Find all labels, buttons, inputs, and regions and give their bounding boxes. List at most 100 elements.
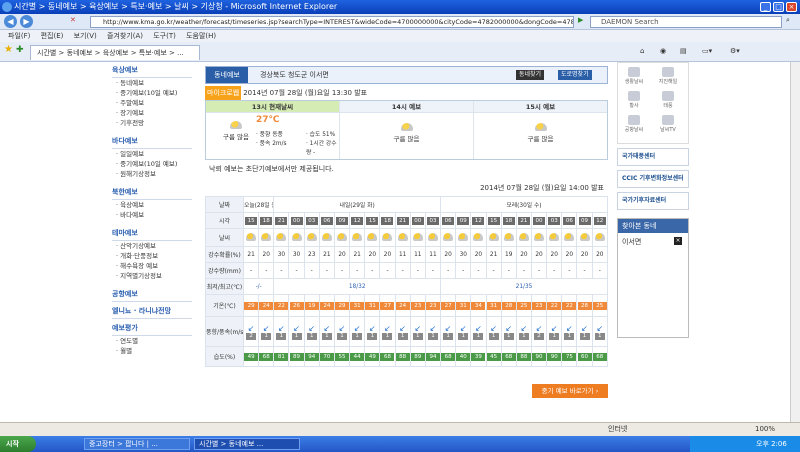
life-weather-icon[interactable]: 생활날씨 [624, 67, 644, 85]
vertical-scrollbar[interactable] [790, 62, 800, 422]
nav-item[interactable]: · 육상예보 [112, 200, 192, 210]
current-wind-dir: · 풍향 동풍 [256, 132, 283, 138]
search-input[interactable]: DAEMON Search [590, 16, 782, 28]
wind-cell: ↙ 1 [576, 316, 593, 347]
row-header: 습도(%) [205, 346, 244, 367]
forecast-15: 15시 예보 구름 많음 [474, 101, 607, 159]
climate-data-banner[interactable]: 국가기후자료센터 [617, 192, 689, 210]
close-button[interactable]: × [786, 2, 797, 12]
tools-menu-icon[interactable]: ⚙▾ [730, 47, 740, 55]
go-icon[interactable]: ▶ [578, 16, 583, 24]
recent-head: 찾아본 동네 [618, 219, 688, 233]
menu-file[interactable]: 파일(F) [8, 30, 30, 42]
home-icon[interactable]: ⌂ [640, 47, 644, 55]
minimize-button[interactable]: _ [760, 2, 771, 12]
menu-help[interactable]: 도움말(H) [186, 30, 216, 42]
recent-item[interactable]: 이서면 × [618, 233, 688, 251]
url-input[interactable]: http://www.kma.go.kr/weather/forecast/ti… [90, 16, 574, 28]
temp-value: 25 [517, 301, 531, 310]
mid-forecast-button[interactable]: 중기 예보 바로가기 › [532, 384, 608, 398]
hour-cell: 03 [424, 212, 442, 229]
wind-cell: ↙ 1 [470, 316, 487, 347]
menu-edit[interactable]: 편집(E) [41, 30, 64, 42]
nav-item[interactable]: · 원해기상정보 [112, 169, 192, 179]
nav-head-airport[interactable]: 공항예보 [112, 289, 192, 302]
find-road-button[interactable]: 도로명찾기 [558, 70, 592, 80]
nav-item[interactable]: · 동네예보 [112, 78, 192, 88]
nav-item[interactable]: · 기후전망 [112, 118, 192, 128]
hour-cell: 00 [409, 212, 426, 229]
nav-head-theme[interactable]: 테마예보 [112, 228, 192, 241]
remove-icon[interactable]: × [674, 237, 682, 245]
nav-head-land[interactable]: 육상예보 [112, 65, 192, 78]
nav-head-north[interactable]: 북한예보 [112, 187, 192, 200]
nav-head-eval[interactable]: 예보평가 [112, 323, 192, 336]
nav-item[interactable]: · 장기예보 [112, 108, 192, 118]
wind-speed: 1 [261, 332, 272, 340]
wind-speed: 1 [337, 332, 348, 340]
partly-cloudy-icon [412, 232, 423, 241]
row-header: 최저/최고(℃) [205, 278, 244, 295]
taskbar-item-1[interactable]: 중고장터 > 팝니다 | ... [84, 438, 190, 450]
temp-cell: 28 [576, 294, 593, 317]
nav-head-sea[interactable]: 바다예보 [112, 136, 192, 149]
temp-cell: 31 [485, 294, 502, 317]
temp-cell: 23 [409, 294, 426, 317]
nav-item[interactable]: · 지역별기상정보 [112, 271, 192, 281]
nav-item[interactable]: · 중기예보(10일 예보) [112, 88, 192, 98]
hour-cell: 18 [500, 212, 517, 229]
weather-tv-icon[interactable]: 날씨TV [658, 115, 678, 133]
row-header: 풍향/풍속(m/s) [205, 316, 244, 347]
hour-cell: 06 [318, 212, 335, 229]
search-icon[interactable]: ⌕ [786, 16, 790, 25]
typhoon-center-banner[interactable]: 국가태풍센터 [617, 148, 689, 166]
nav-item[interactable]: · 산악기상예보 [112, 241, 192, 251]
feeds-icon[interactable]: ◉ [660, 47, 666, 55]
back-icon[interactable]: ◀ [4, 15, 17, 28]
stop-icon[interactable]: ✕ [70, 16, 76, 24]
typhoon-icon[interactable]: 태풍 [658, 91, 678, 109]
nav-item[interactable]: · 일일예보 [112, 149, 192, 159]
nav-item[interactable]: · 월별 [112, 346, 192, 356]
nav-head-elnino[interactable]: 엘니뇨 · 라니냐전망 [112, 306, 192, 319]
nav-item[interactable]: · 중기예보(10일 예보) [112, 159, 192, 169]
maximize-button[interactable]: □ [773, 2, 784, 12]
temp-value: 27 [441, 301, 455, 310]
nav-item[interactable]: · 연도별 [112, 336, 192, 346]
wind-arrow-icon: ↙ [429, 323, 437, 333]
taskbar-item-2[interactable]: 시간별 > 동네예보 ... [194, 438, 300, 450]
pop-cell: 20 [561, 246, 578, 263]
wind-speed: 1 [427, 332, 438, 340]
nav-item[interactable]: · 개화·단풍정보 [112, 251, 192, 261]
menu-tools[interactable]: 도구(T) [153, 30, 176, 42]
climate-info-banner[interactable]: CCIC 기후변화정보센터 [617, 170, 689, 188]
dust-icon[interactable]: 황사 [624, 91, 644, 109]
add-favorite-icon[interactable]: ✚ [16, 45, 24, 55]
forward-icon[interactable]: ▶ [20, 15, 33, 28]
print-icon[interactable]: ▤ [680, 47, 687, 55]
nav-item[interactable]: · 주말예보 [112, 98, 192, 108]
wind-cell: ↙ 1 [546, 316, 563, 347]
zoom-level[interactable]: 100% [755, 423, 775, 436]
hour-label: 00 [290, 216, 303, 225]
wind-speed: 1 [488, 332, 499, 340]
nav-item[interactable]: · 바다예보 [112, 210, 192, 220]
menu-favorites[interactable]: 즐겨찾기(A) [107, 30, 143, 42]
hum-cell: 75 [561, 346, 578, 367]
menu-view[interactable]: 보기(V) [74, 30, 97, 42]
page-menu-icon[interactable]: ▭▾ [702, 47, 712, 55]
favorites-star-icon[interactable]: ★ [4, 44, 13, 55]
nav-item[interactable]: · 해수욕장 예보 [112, 261, 192, 271]
hum-cell: 89 [288, 346, 305, 367]
start-button[interactable]: 시작 [0, 436, 36, 452]
temp-value: 26 [289, 301, 304, 310]
wind-arrow-icon: ↙ [353, 323, 361, 333]
wind-cell: ↙ 1 [333, 316, 351, 347]
current-wind-speed: · 풍속 2m/s [256, 141, 287, 147]
rain-cell: - [242, 262, 260, 279]
find-dong-button[interactable]: 동네찾기 [516, 70, 545, 80]
tab-active[interactable]: 시간별 > 동네예보 > 육상예보 > 특보·예보 > ... [30, 45, 200, 60]
sky-cell [409, 228, 426, 247]
tsunami-icon[interactable]: 지진해일 [658, 67, 678, 85]
airport-weather-icon[interactable]: 공항날씨 [624, 115, 644, 133]
